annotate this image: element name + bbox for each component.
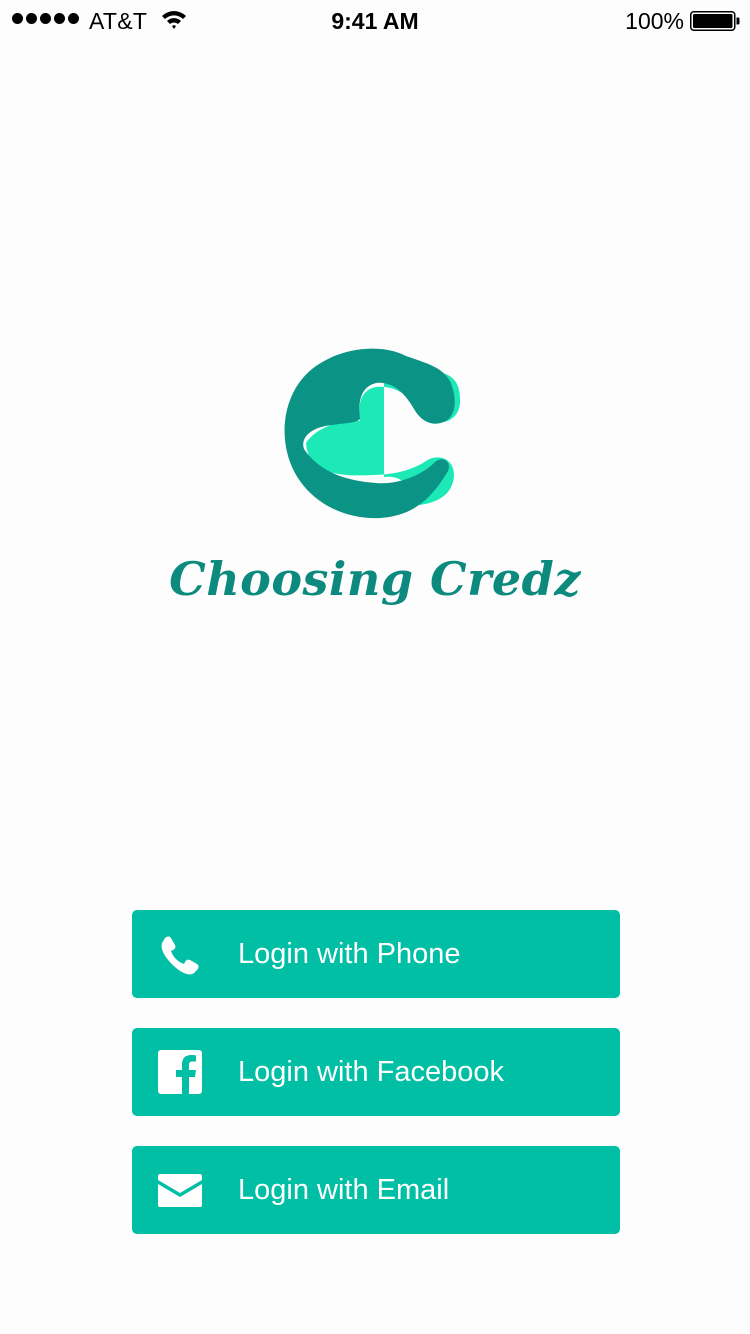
login-phone-label: Login with Phone: [238, 938, 461, 970]
envelope-icon: [158, 1174, 202, 1207]
choosing-credz-logo: [284, 348, 461, 519]
facebook-icon: [158, 1050, 202, 1094]
login-email-label: Login with Email: [238, 1174, 450, 1206]
brand-name: Choosing Credz: [169, 552, 581, 606]
login-facebook-label: Login with Facebook: [238, 1056, 504, 1088]
status-bar: AT&T 9:41 AM 100%: [0, 0, 750, 40]
login-facebook-button[interactable]: Login with Facebook: [132, 1028, 620, 1116]
login-phone-button[interactable]: Login with Phone: [132, 910, 620, 998]
login-email-button[interactable]: Login with Email: [132, 1146, 620, 1234]
battery-icon: [690, 11, 740, 31]
battery-percent: 100%: [625, 8, 684, 34]
phone-icon: [161, 936, 199, 975]
login-screen: AT&T 9:41 AM 100% Choosing Credz Login w…: [0, 0, 750, 1334]
